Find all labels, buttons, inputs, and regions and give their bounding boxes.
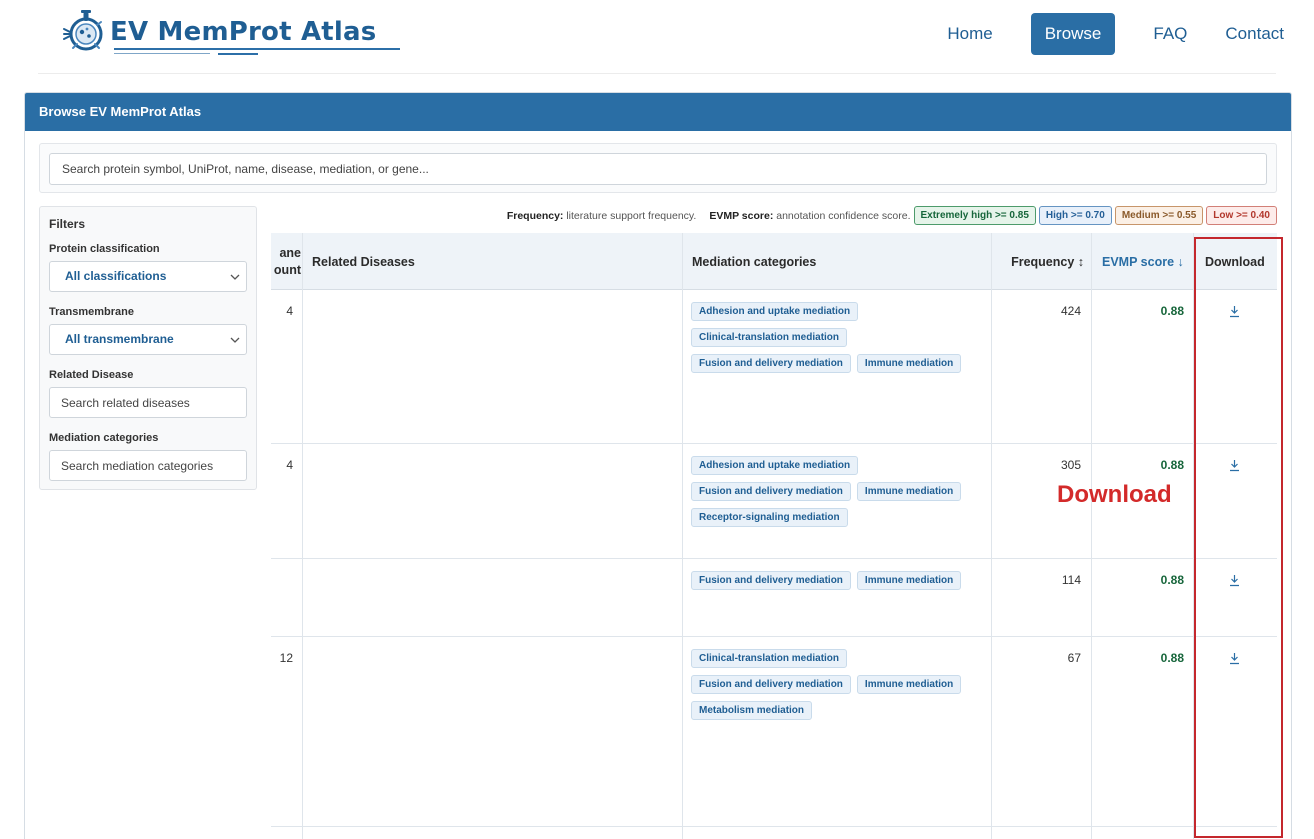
transmembrane-label: Transmembrane (49, 306, 134, 318)
mediation-tag[interactable]: Fusion and delivery mediation (691, 482, 851, 501)
nav-browse[interactable]: Browse (1030, 13, 1116, 55)
mediation-tag[interactable]: Fusion and delivery mediation (691, 675, 851, 694)
badge-low: Low >= 0.40 (1206, 206, 1277, 225)
table-row[interactable]: 12 Clinical-translation mediation Fusion… (271, 637, 1277, 827)
download-annotation-label: Download (1057, 481, 1172, 508)
cell-transmembrane-count: 4 (286, 304, 293, 318)
cell-frequency: 67 (1067, 651, 1081, 665)
browse-panel: Browse EV MemProt Atlas Filters Protein … (24, 92, 1292, 839)
cell-mediation-categories: Adhesion and uptake mediation Fusion and… (691, 456, 971, 527)
table-header: ane ount Related Diseases Mediation cate… (271, 233, 1277, 290)
chevron-down-icon (230, 337, 240, 343)
cell-mediation-categories: Clinical-translation mediation Fusion an… (691, 649, 971, 720)
related-disease-input[interactable] (49, 387, 247, 418)
nav-divider (38, 73, 1276, 74)
table-row[interactable]: Fusion and delivery mediation Immune med… (271, 559, 1277, 637)
column-mediation-categories[interactable]: Mediation categories (692, 233, 816, 290)
column-frequency[interactable]: Frequency ↕ (992, 233, 1084, 290)
panel-title: Browse EV MemProt Atlas (25, 93, 1291, 131)
badge-extremely-high: Extremely high >= 0.85 (913, 206, 1036, 225)
mediation-categories-label: Mediation categories (49, 432, 159, 444)
column-evmp-score[interactable]: EVMP score ↓ (1102, 233, 1184, 290)
cell-evmp-score: 0.88 (1160, 573, 1184, 587)
ev-vesicle-logo-icon (63, 10, 103, 51)
legend-score-label: EVMP score: (709, 209, 774, 222)
mediation-tag[interactable]: Clinical-translation mediation (691, 328, 848, 347)
main-nav: Home Browse FAQ Contact (909, 13, 1284, 55)
mediation-tag[interactable]: Fusion and delivery mediation (691, 571, 851, 590)
mediation-tag[interactable]: Immune mediation (856, 354, 962, 373)
mediation-tag[interactable]: Immune mediation (856, 482, 962, 501)
cell-transmembrane-count: 4 (286, 458, 293, 472)
protein-classification-select[interactable]: All classifications (49, 261, 247, 292)
mediation-tag[interactable]: Receptor-signaling mediation (691, 508, 848, 527)
logo-underline (114, 48, 400, 50)
column-related-diseases[interactable]: Related Diseases (312, 233, 415, 290)
badge-high: High >= 0.70 (1038, 206, 1112, 225)
nav-home[interactable]: Home (947, 13, 992, 55)
cell-evmp-score: 0.88 (1160, 651, 1184, 665)
cell-frequency: 114 (1061, 573, 1081, 587)
mediation-tag[interactable]: Adhesion and uptake mediation (691, 302, 859, 321)
mediation-tag[interactable]: Fusion and delivery mediation (691, 354, 851, 373)
cell-mediation-categories: Adhesion and uptake mediation Clinical-t… (691, 302, 971, 373)
column-transmembrane-count-line2: ount (273, 262, 301, 277)
table-row[interactable]: 4 Adhesion and uptake mediation Clinical… (271, 290, 1277, 444)
score-legend: Frequency: literature support frequency.… (507, 206, 1277, 225)
cell-transmembrane-count: 12 (279, 651, 293, 665)
chevron-down-icon (230, 274, 240, 280)
site-title: EV MemProt Atlas (110, 17, 377, 47)
cell-mediation-categories: Fusion and delivery mediation Immune med… (691, 571, 971, 590)
logo-underline-short (218, 53, 258, 55)
legend-score-desc: annotation confidence score. (776, 209, 911, 222)
protein-classification-label: Protein classification (49, 243, 160, 255)
search-container (39, 143, 1277, 193)
related-disease-label: Related Disease (49, 369, 134, 381)
mediation-categories-input[interactable] (49, 450, 247, 481)
mediation-tag[interactable]: Metabolism mediation (691, 701, 813, 720)
protein-table: ane ount Related Diseases Mediation cate… (271, 233, 1277, 839)
cell-evmp-score: 0.88 (1160, 458, 1184, 472)
site-logo[interactable]: EV MemProt Atlas (60, 8, 405, 58)
protein-classification-value: All classifications (65, 269, 167, 283)
badge-medium: Medium >= 0.55 (1114, 206, 1204, 225)
cell-evmp-score: 0.88 (1160, 304, 1184, 318)
mediation-tag[interactable]: Immune mediation (856, 571, 962, 590)
logo-underline-thin (114, 53, 210, 54)
download-column-highlight (1194, 237, 1283, 838)
filters-sidebar: Filters Protein classification All class… (39, 206, 257, 490)
legend-frequency-label: Frequency: (506, 209, 564, 222)
top-navigation: EV MemProt Atlas Home Browse FAQ Contact (0, 0, 1314, 74)
column-transmembrane-count[interactable]: ane ount (271, 233, 301, 290)
cell-frequency: 305 (1060, 458, 1081, 472)
global-search-input[interactable] (49, 153, 1267, 185)
transmembrane-select[interactable]: All transmembrane (49, 324, 247, 355)
mediation-tag[interactable]: Adhesion and uptake mediation (691, 456, 859, 475)
legend-frequency-desc: literature support frequency. (566, 209, 697, 222)
filters-title: Filters (49, 217, 86, 231)
nav-faq[interactable]: FAQ (1153, 13, 1187, 55)
cell-frequency: 424 (1060, 304, 1081, 318)
mediation-tag[interactable]: Clinical-translation mediation (691, 649, 848, 668)
mediation-tag[interactable]: Immune mediation (856, 675, 962, 694)
column-transmembrane-count-line1: ane (279, 245, 301, 260)
nav-contact[interactable]: Contact (1225, 13, 1284, 55)
transmembrane-value: All transmembrane (65, 332, 174, 346)
